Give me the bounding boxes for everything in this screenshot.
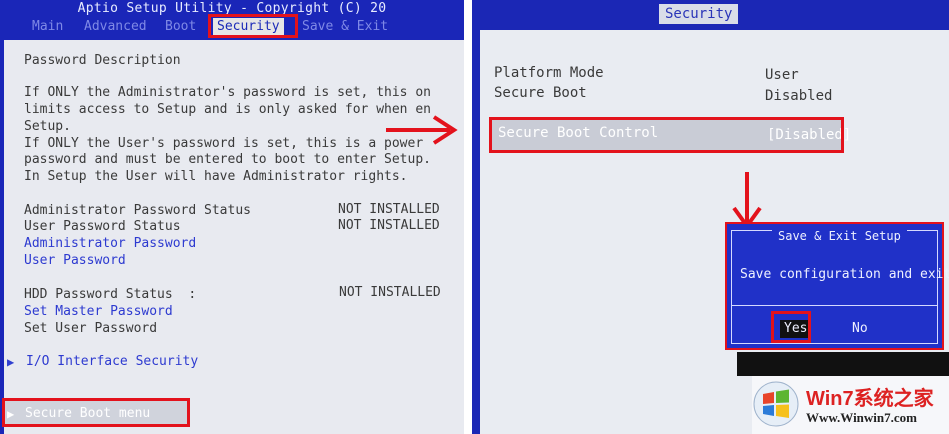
dialog-title: Save & Exit Setup xyxy=(772,229,907,243)
io-interface-security-item[interactable]: I/O Interface Security xyxy=(26,354,198,370)
dialog-shadow xyxy=(737,352,949,376)
user-password-status-value: NOT INSTALLED xyxy=(338,218,440,233)
platform-mode-value: User xyxy=(765,67,799,83)
administrator-password-item[interactable]: Administrator Password xyxy=(24,236,196,252)
right-arrow-icon xyxy=(386,115,458,145)
submenu-arrow-icon: ▶ xyxy=(7,355,15,369)
watermark-brand: Win7系统之家 xyxy=(806,388,934,410)
description-line: password and must be entered to boot to … xyxy=(24,152,431,167)
description-line: If ONLY the Administrator's password is … xyxy=(24,85,431,100)
bios-security-screen-right: Security Platform Mode User Secure Boot … xyxy=(472,0,949,434)
secure-boot-control-highlight xyxy=(489,117,844,153)
dialog-frame: Save & Exit Setup Save configuration and… xyxy=(731,229,949,344)
description-line: Setup. xyxy=(24,119,71,134)
section-title: Password Description xyxy=(24,53,181,68)
yes-button-highlight xyxy=(771,311,811,343)
admin-password-status-label: Administrator Password Status xyxy=(24,203,251,218)
windows-logo-icon xyxy=(753,381,799,427)
user-password-item[interactable]: User Password xyxy=(24,253,126,269)
dialog-question: Save configuration and exit? xyxy=(740,267,949,282)
tab-main[interactable]: Main xyxy=(32,18,63,36)
tab-security[interactable]: Security xyxy=(659,4,739,24)
hdd-password-status-label: HDD Password Status : xyxy=(24,287,197,302)
bios-security-screen-left: Aptio Setup Utility - Copyright (C) 20 M… xyxy=(0,0,464,434)
admin-password-status-value: NOT INSTALLED xyxy=(338,202,440,217)
user-password-status-label: User Password Status xyxy=(24,219,181,234)
watermark: Win7系统之家 Www.Winwin7.com xyxy=(752,376,949,434)
tab-boot[interactable]: Boot xyxy=(165,18,196,36)
secure-boot-label: Secure Boot xyxy=(494,85,587,101)
security-tab-highlight xyxy=(208,14,298,38)
description-line: If ONLY the User's password is set, this… xyxy=(24,136,424,151)
set-master-password-item[interactable]: Set Master Password xyxy=(24,304,173,320)
dialog-divider xyxy=(732,305,937,306)
description-line: In Setup the User will have Administrato… xyxy=(24,169,408,184)
hdd-password-status-value: NOT INSTALLED xyxy=(339,285,441,300)
security-content-area: Password Description If ONLY the Adminis… xyxy=(4,40,464,434)
watermark-url: Www.Winwin7.com xyxy=(806,410,917,425)
dialog-no-button[interactable]: No xyxy=(852,320,868,338)
save-exit-dialog: Save & Exit Setup Save configuration and… xyxy=(725,222,949,350)
tab-save-exit[interactable]: Save & Exit xyxy=(302,18,388,36)
set-user-password-item[interactable]: Set User Password xyxy=(24,321,157,337)
secure-boot-menu-highlight xyxy=(2,398,190,427)
platform-mode-label: Platform Mode xyxy=(494,65,604,81)
secure-boot-value: Disabled xyxy=(765,88,833,104)
description-line: limits access to Setup and is only asked… xyxy=(24,102,431,117)
tab-advanced[interactable]: Advanced xyxy=(84,18,147,36)
